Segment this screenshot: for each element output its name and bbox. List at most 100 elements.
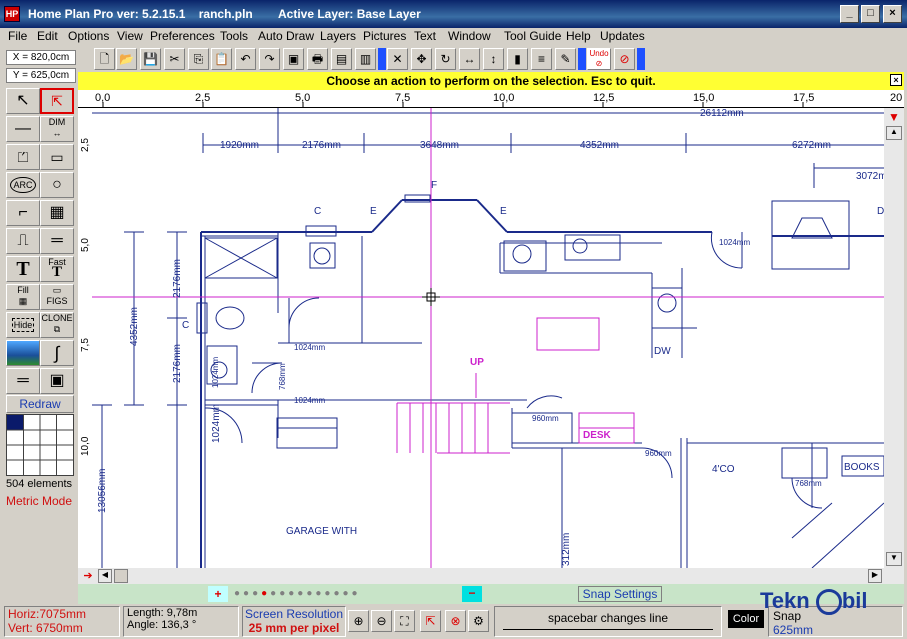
clone-label: CLONE [41,313,73,323]
curve-tool-icon[interactable]: ∫ [40,340,74,366]
red-down-arrow-icon[interactable]: ▼ [886,110,902,124]
menu-tool-guide[interactable]: Tool Guide [504,29,561,43]
selection-arrow-icon[interactable]: ⇱ [40,88,74,114]
scroll-up-icon[interactable]: ▲ [886,126,902,140]
snap-settings-button[interactable]: Snap Settings [578,586,662,602]
vertical-scrollbar[interactable]: ▼ ▲ ▼ [884,108,904,584]
minimize-button[interactable]: _ [840,5,859,23]
undo-arrow-icon[interactable]: ↶ [235,48,256,70]
menu-preferences[interactable]: Preferences [150,29,215,43]
fill-tool[interactable]: Fill ▦ [6,284,40,310]
fast-text-tool[interactable]: Fast T [40,256,74,282]
vert-readout: Vert: 6750mm [8,621,83,635]
spacebar-text: spacebar changes line [547,611,669,625]
menu-tools[interactable]: Tools [220,29,248,43]
line-style-icon[interactable]: ≡ [531,48,552,70]
stretch-horizontal-icon[interactable]: ↔ [459,48,480,70]
plan-label: DW [654,346,671,357]
dimension-tool[interactable]: DIM ↔ [40,116,74,142]
menu-pictures[interactable]: Pictures [363,29,406,43]
menu-window[interactable]: Window [448,29,491,43]
no-pencil-icon[interactable]: ⊘ [614,48,635,70]
rectangle-icon[interactable]: ▭ [40,144,74,170]
maximize-button[interactable]: □ [861,5,880,23]
delete-icon[interactable]: ✕ [387,48,408,70]
remove-layer-icon[interactable]: − [462,586,482,602]
figures-tool[interactable]: ▭ FIGS [40,284,74,310]
parallel-lines-icon[interactable]: ═ [6,368,40,394]
dim-label: 13056mm [97,469,108,513]
menu-updates[interactable]: Updates [600,29,645,43]
menu-edit[interactable]: Edit [37,29,58,43]
ruler-top-label: 17,5 [793,92,814,104]
picture-landscape-icon[interactable] [6,340,40,366]
scroll-thumb[interactable] [114,569,128,583]
menu-auto-draw[interactable]: Auto Draw [258,29,314,43]
menu-view[interactable]: View [117,29,143,43]
zoom-gear-icon[interactable]: ⚙ [468,610,489,632]
text-tool-icon[interactable]: T [6,256,40,282]
menu-layers[interactable]: Layers [320,29,356,43]
close-button[interactable]: × [883,5,902,23]
export-icon[interactable]: ▥ [355,48,376,70]
stretch-vertical-icon[interactable]: ↕ [483,48,504,70]
rotate-icon[interactable]: ↻ [435,48,456,70]
menu-options[interactable]: Options [68,29,109,43]
color-bars-icon[interactable]: ▮ [507,48,528,70]
color-button[interactable]: Color [728,610,764,628]
zoom-arrow-icon[interactable]: ⇱ [420,610,441,632]
print-preview-icon[interactable]: ▤ [331,48,352,70]
layer-color-grid[interactable] [6,414,74,476]
new-file-icon[interactable]: 🗋 [94,48,115,70]
hide-tool[interactable]: Hide [6,312,40,338]
screen-resolution[interactable]: Screen Resolution 25 mm per pixel [242,606,346,637]
eyedropper-icon[interactable]: ✎ [555,48,576,70]
undo-label: Undo [589,49,609,58]
hint-close-button[interactable]: × [890,74,902,86]
cut-icon[interactable]: ✂ [164,48,185,70]
frame-icon[interactable]: ▣ [40,368,74,394]
wall-corner-icon[interactable]: ⌐ [6,200,40,226]
zoom-in-icon[interactable]: ⊕ [348,610,369,632]
redo-arrow-icon[interactable]: ↷ [259,48,280,70]
step-line-icon[interactable]: ⎍ [6,228,40,254]
drawing-canvas[interactable]: 26112mm 1920mm 2176mm 3648mm 4352mm 6272… [92,108,884,568]
ruler-left-label: 10,0 [80,436,91,456]
redraw-button[interactable]: Redraw [6,395,74,413]
door-label: 1024mm [294,396,325,405]
move-icon[interactable]: ✥ [411,48,432,70]
paste-icon[interactable]: 📋 [211,48,232,70]
scroll-right-icon[interactable]: ▶ [868,569,882,583]
line-tool-icon[interactable]: — [6,116,40,142]
scroll-left-icon[interactable]: ◀ [98,569,112,583]
zoom-window-icon[interactable]: ⊗ [445,610,466,632]
double-line-icon[interactable]: ═ [40,228,74,254]
door-label: 960mm [645,449,672,458]
watermark: Tekn bil [760,588,868,616]
menu-text[interactable]: Text [414,29,436,43]
menu-file[interactable]: File [8,29,27,43]
clone-tool[interactable]: CLONE ⧉ [40,312,74,338]
arrow-select-icon[interactable]: ↖ [6,88,40,114]
desk-label: DESK [583,430,612,441]
red-right-arrow-icon[interactable]: ➔ [80,569,96,583]
arc-label: ARC [10,177,36,193]
undo-button[interactable]: Undo ⊘ [587,48,611,70]
horizontal-scrollbar[interactable]: ➔ ◀ ▶ [78,568,884,584]
open-folder-icon[interactable]: 📂 [116,48,137,70]
room-shape-icon[interactable]: ⏍ [6,144,40,170]
zoom-fit-icon[interactable]: ⛶ [394,610,415,632]
save-icon[interactable]: 💾 [140,48,161,70]
add-layer-icon[interactable]: + [208,586,228,602]
layer-grid-svg [7,415,73,475]
copy-icon[interactable]: ⎘ [188,48,209,70]
scroll-down-icon[interactable]: ▼ [886,552,902,566]
layer-dots[interactable]: ●●●●●●●●●●●●●● [234,589,464,599]
grid-window-icon[interactable]: ▦ [40,200,74,226]
circle-icon[interactable]: ○ [40,172,74,198]
print-icon[interactable]: 🖶 [307,48,328,70]
menu-help[interactable]: Help [566,29,591,43]
select-box-icon[interactable]: ▣ [283,48,304,70]
arc-tool[interactable]: ARC [6,172,40,198]
zoom-out-icon[interactable]: ⊖ [371,610,392,632]
